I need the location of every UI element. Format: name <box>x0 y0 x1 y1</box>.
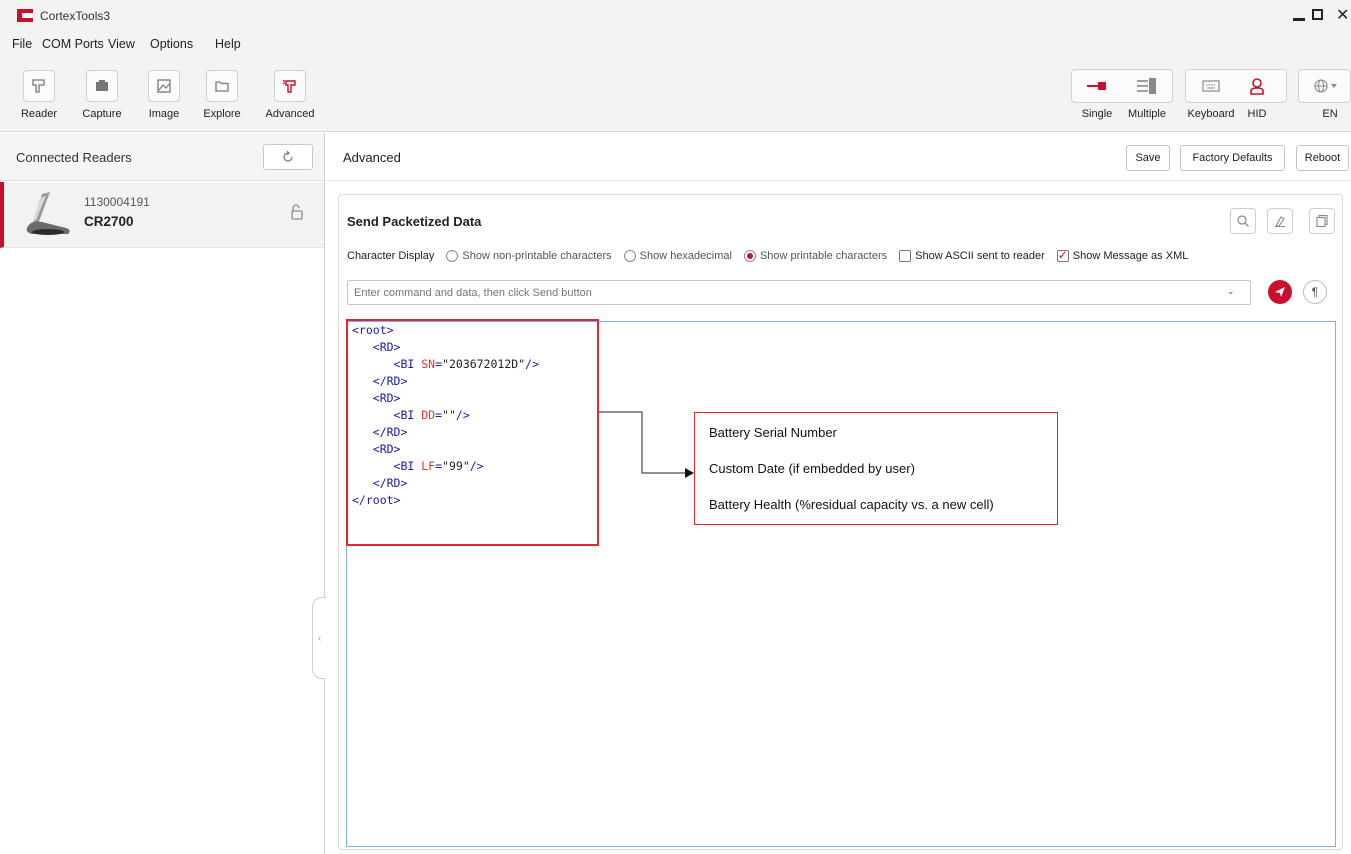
reader-serial-number: 1130004191 <box>84 195 150 209</box>
advanced-header: Advanced Save Factory Defaults Reboot <box>326 133 1351 181</box>
maximize-icon[interactable] <box>1312 9 1323 20</box>
tool-hid-label: HID <box>1247 108 1267 120</box>
annotation-connector-arrow <box>599 411 694 478</box>
cortex-logo-icon <box>17 9 33 22</box>
send-button[interactable] <box>1268 280 1292 304</box>
xml-highlight-box <box>346 319 599 546</box>
reader-list-item[interactable]: 1130004191 CR2700 <box>0 182 324 248</box>
option-non-printable-label: Show non-printable characters <box>462 250 612 262</box>
menu-view[interactable]: View <box>108 37 135 51</box>
paragraph-icon: ¶ <box>1311 285 1319 299</box>
tool-multiple-label: Multiple <box>1128 108 1166 120</box>
cr2700-scanner-icon <box>26 192 70 235</box>
option-non-printable[interactable]: Show non-printable characters <box>446 250 612 262</box>
tool-image-label: Image <box>148 108 180 120</box>
hid-user-icon <box>1250 78 1264 95</box>
character-display-options: Character Display Show non-printable cha… <box>347 247 1200 265</box>
send-icon <box>1275 287 1285 297</box>
character-display-label: Character Display <box>347 250 435 262</box>
reader-model: CR2700 <box>84 214 134 229</box>
toolbar: Reader Capture Image Explore Advanced Si… <box>0 56 1351 132</box>
tool-single-label: Single <box>1081 108 1113 120</box>
paragraph-button[interactable]: ¶ <box>1303 280 1327 304</box>
advanced-icon <box>282 79 296 93</box>
capture-icon <box>96 80 108 91</box>
tool-language-label: EN <box>1322 108 1338 120</box>
option-as-xml[interactable]: Show Message as XML <box>1056 248 1189 262</box>
option-as-xml-label: Show Message as XML <box>1072 250 1189 262</box>
connected-readers-title: Connected Readers <box>16 150 132 165</box>
app-title: CortexTools3 <box>40 9 111 23</box>
reader-icon <box>32 79 45 93</box>
tool-single[interactable]: Single <box>1075 70 1119 120</box>
refresh-icon <box>283 150 293 162</box>
checkbox-ascii-sent[interactable] <box>899 250 912 262</box>
tool-multiple[interactable]: Multiple <box>1124 70 1170 120</box>
option-hexadecimal-label: Show hexadecimal <box>639 250 732 262</box>
tool-language[interactable]: EN <box>1306 70 1346 120</box>
annotation-box: Battery Serial Number Custom Date (if em… <box>694 412 1058 525</box>
option-ascii-sent[interactable]: Show ASCII sent to reader <box>899 250 1045 262</box>
title-bar: CortexTools3 ✕ <box>0 0 1351 30</box>
page-title: Advanced <box>343 150 401 165</box>
tool-image[interactable]: Image <box>146 70 182 120</box>
connected-readers-panel: Connected Readers 1130004191 CR2700 ‹ <box>0 133 326 854</box>
option-printable[interactable]: Show printable characters <box>743 250 888 262</box>
tool-keyboard-label: Keyboard <box>1187 108 1235 120</box>
collapse-panel-handle[interactable]: ‹ <box>312 597 326 679</box>
card-title: Send Packetized Data <box>347 214 482 229</box>
radio-non-printable[interactable] <box>446 250 459 262</box>
unlock-icon[interactable] <box>290 204 304 220</box>
tool-capture[interactable]: Capture <box>80 70 124 120</box>
tool-advanced-label: Advanced <box>265 108 315 120</box>
close-icon[interactable]: ✕ <box>1336 5 1349 25</box>
menu-bar: File COM Ports View Options Help <box>0 30 1351 56</box>
annotation-line-custom-date: Custom Date (if embedded by user) <box>709 461 915 476</box>
menu-options[interactable]: Options <box>150 37 193 51</box>
folder-icon <box>215 81 229 92</box>
tool-advanced[interactable]: Advanced <box>258 70 322 120</box>
search-button[interactable] <box>1230 208 1256 234</box>
keyboard-icon <box>1202 80 1220 92</box>
menu-com-ports[interactable]: COM Ports <box>42 37 104 51</box>
option-hexadecimal[interactable]: Show hexadecimal <box>623 250 732 262</box>
refresh-readers-button[interactable] <box>263 144 313 170</box>
search-icon <box>1237 215 1249 227</box>
tool-reader-label: Reader <box>20 108 58 120</box>
copy-button[interactable] <box>1309 208 1335 234</box>
tool-capture-label: Capture <box>82 108 122 120</box>
chevron-down-icon[interactable]: ⌄ <box>1227 286 1235 297</box>
annotation-line-health: Battery Health (%residual capacity vs. a… <box>709 497 994 512</box>
tool-explore-label: Explore <box>203 108 241 120</box>
eraser-icon <box>1275 216 1285 227</box>
factory-defaults-button[interactable]: Factory Defaults <box>1180 145 1285 171</box>
chevron-left-icon: ‹ <box>317 632 322 644</box>
single-connection-icon <box>1087 82 1106 90</box>
radio-hexadecimal[interactable] <box>623 250 636 262</box>
tool-keyboard[interactable]: Keyboard <box>1186 70 1236 120</box>
command-input[interactable] <box>347 280 1251 305</box>
multiple-connection-icon <box>1137 78 1156 94</box>
tool-explore[interactable]: Explore <box>202 70 242 120</box>
menu-file[interactable]: File <box>12 37 32 51</box>
option-ascii-sent-label: Show ASCII sent to reader <box>915 250 1045 262</box>
copy-icon <box>1316 214 1328 228</box>
image-icon <box>157 79 171 93</box>
reboot-button[interactable]: Reboot <box>1296 145 1349 171</box>
menu-help[interactable]: Help <box>215 37 241 51</box>
tool-reader[interactable]: Reader <box>20 70 58 120</box>
radio-printable[interactable] <box>743 250 756 262</box>
tool-hid[interactable]: HID <box>1241 70 1273 120</box>
checkbox-as-xml[interactable] <box>1056 248 1069 262</box>
globe-icon <box>1314 79 1337 93</box>
minimize-icon[interactable] <box>1293 6 1305 24</box>
annotation-line-serial: Battery Serial Number <box>709 425 837 440</box>
save-button[interactable]: Save <box>1126 145 1170 171</box>
clear-button[interactable] <box>1267 208 1293 234</box>
connected-readers-header: Connected Readers <box>0 133 324 181</box>
option-printable-label: Show printable characters <box>759 250 888 262</box>
